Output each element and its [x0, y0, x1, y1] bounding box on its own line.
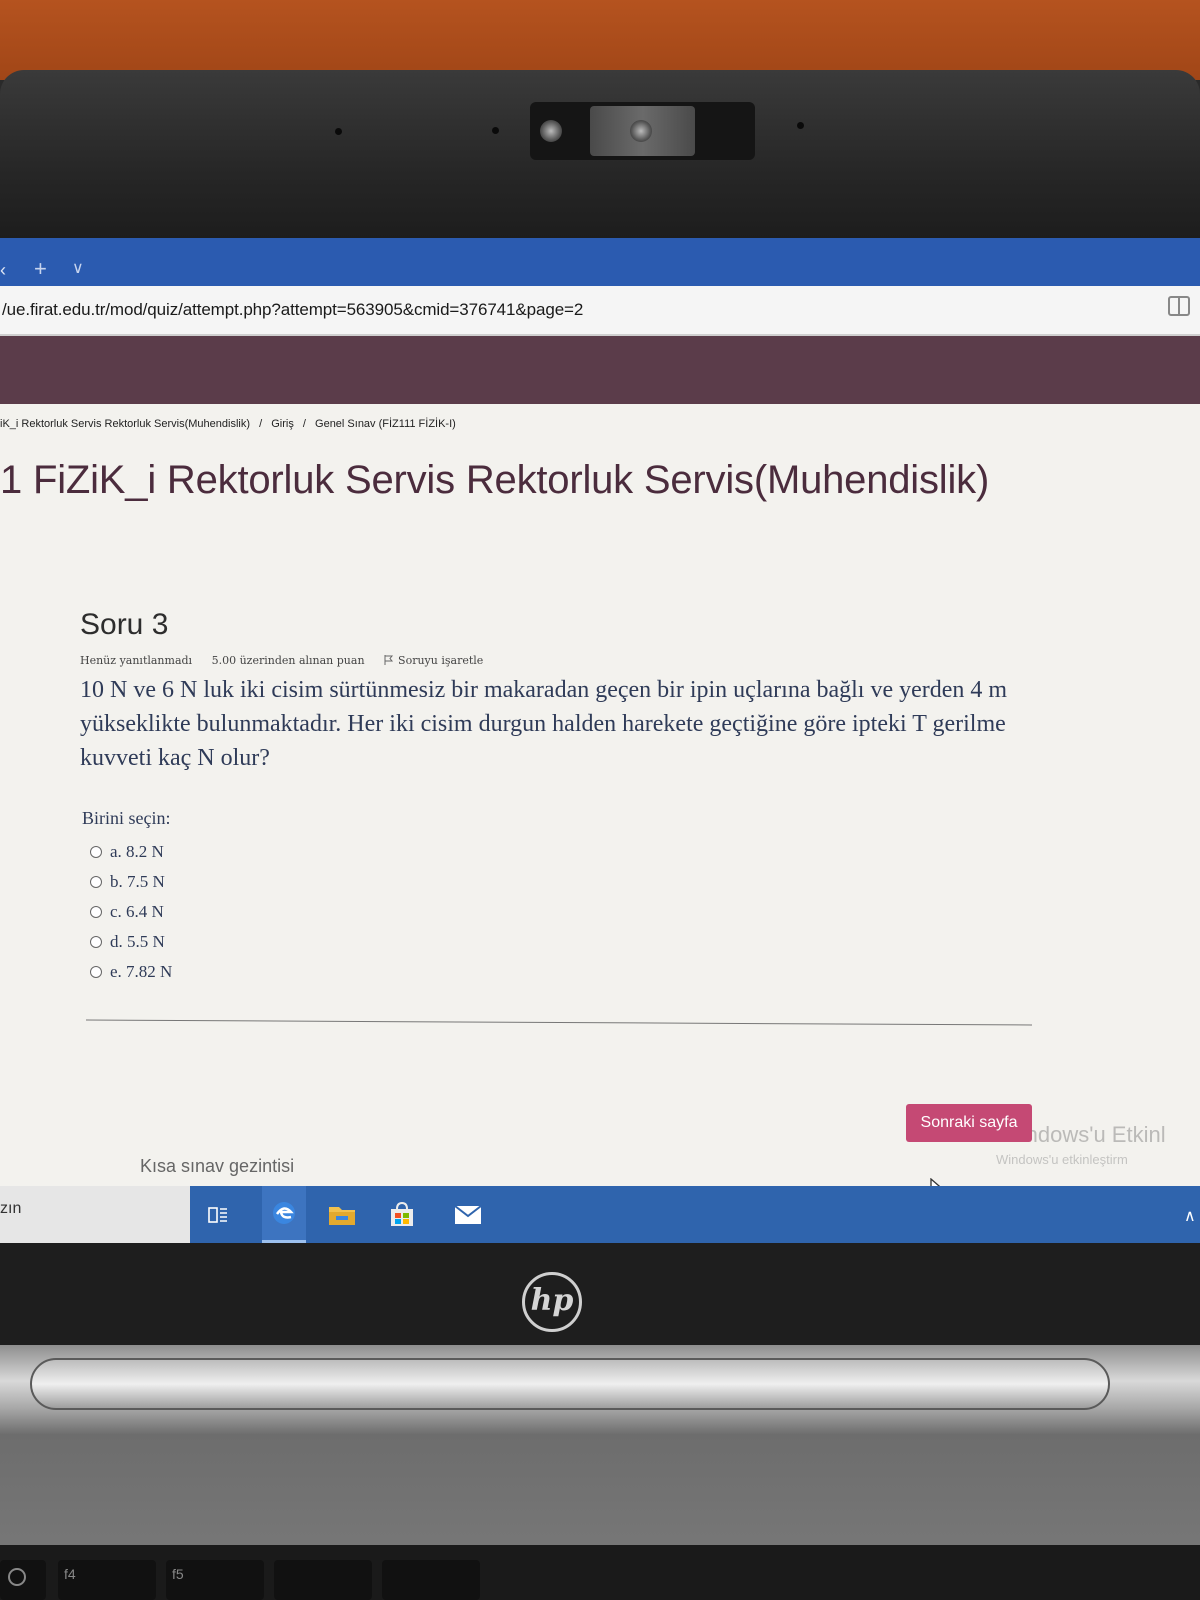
sensor-dot: [492, 127, 499, 134]
key-f4: f4: [58, 1560, 156, 1600]
key-f7: [382, 1560, 480, 1600]
radio-button[interactable]: [90, 906, 102, 918]
laptop-bottom-bezel: [0, 1243, 1200, 1353]
system-tray-chevron-icon[interactable]: ∧: [1184, 1206, 1196, 1226]
site-header: [0, 336, 1200, 404]
question-text: 10 N ve 6 N luk iki cisim sürtünmesiz bi…: [80, 677, 1008, 771]
background-wall: [0, 0, 1200, 80]
flag-question-link[interactable]: Soruyu işaretle: [384, 654, 499, 667]
flag-question-label: Soruyu işaretle: [398, 654, 484, 667]
next-page-button[interactable]: Sonraki sayfa: [906, 1104, 1032, 1142]
question-status: Henüz yanıtlanmadı: [80, 654, 193, 667]
breadcrumb: iK_i Rektorluk Servis Rektorluk Servis(M…: [0, 418, 462, 430]
key-f5: f5: [166, 1560, 264, 1600]
answer-option-label[interactable]: b. 7.5 N: [110, 872, 165, 892]
breadcrumb-item-giris[interactable]: Giriş: [271, 418, 294, 430]
answer-option-c[interactable]: c. 6.4 N: [82, 897, 172, 927]
microphone-dot-right: [797, 122, 804, 129]
webcam-lens-icon: [630, 120, 652, 142]
answer-option-b[interactable]: b. 7.5 N: [82, 867, 172, 897]
answer-option-label[interactable]: d. 5.5 N: [110, 932, 165, 952]
question-number: Soru 3: [80, 608, 169, 641]
divider: [86, 1019, 1032, 1026]
radio-button[interactable]: [90, 936, 102, 948]
page-title: 1 FiZiK_i Rektorluk Servis Rektorluk Ser…: [0, 458, 990, 502]
breadcrumb-item-course[interactable]: iK_i Rektorluk Servis Rektorluk Servis(M…: [0, 418, 250, 430]
tab-list-chevron-icon[interactable]: ∨: [72, 258, 84, 278]
taskbar-search-text[interactable]: zın: [0, 1200, 21, 1218]
file-explorer-icon[interactable]: [320, 1186, 364, 1243]
answer-options: Birini seçin: a. 8.2 N b. 7.5 N c. 6.4 N…: [82, 808, 172, 987]
answer-option-label[interactable]: a. 8.2 N: [110, 842, 164, 862]
laptop-screen: ‹ + ∨ /ue.firat.edu.tr/mod/quiz/attempt.…: [0, 238, 1200, 1243]
quiz-navigation-title: Kısa sınav gezintisi: [140, 1156, 295, 1176]
edge-icon[interactable]: [262, 1186, 306, 1243]
tab-scroll-left-icon[interactable]: ‹: [0, 260, 6, 281]
key-f6: [274, 1560, 372, 1600]
browser-tab-bar: ‹ + ∨: [0, 238, 1200, 286]
breadcrumb-separator: /: [259, 418, 263, 430]
new-tab-plus-icon[interactable]: +: [34, 256, 47, 282]
power-icon: [8, 1568, 26, 1586]
webcam-lens-icon: [540, 120, 562, 142]
answer-option-d[interactable]: d. 5.5 N: [82, 927, 172, 957]
flag-icon: [384, 655, 394, 665]
task-view-icon[interactable]: [196, 1186, 240, 1243]
windows-taskbar: zın ∧: [0, 1186, 1200, 1243]
question-block: Soru 3 Henüz yanıtlanmadı 5.00 üzerinden…: [80, 608, 1040, 775]
answer-option-label[interactable]: e. 7.82 N: [110, 962, 172, 982]
answer-option-label[interactable]: c. 6.4 N: [110, 902, 164, 922]
url-text[interactable]: /ue.firat.edu.tr/mod/quiz/attempt.php?at…: [2, 300, 583, 320]
radio-button[interactable]: [90, 846, 102, 858]
breadcrumb-separator: /: [302, 418, 306, 430]
breadcrumb-item-exam[interactable]: Genel Sınav (FİZ111 FİZİK-I): [315, 418, 456, 430]
laptop-hinge-bar: [30, 1358, 1110, 1410]
key-escape: [0, 1560, 46, 1600]
webcam-cover: [590, 106, 695, 156]
webcam-privacy-slider: [530, 102, 755, 160]
taskbar-search-box[interactable]: zın: [0, 1186, 190, 1243]
key-f4-label: f4: [64, 1566, 76, 1582]
radio-button[interactable]: [90, 876, 102, 888]
question-meta: Henüz yanıtlanmadı 5.00 üzerinden alınan…: [80, 654, 1040, 667]
store-icon[interactable]: [380, 1186, 424, 1243]
hp-logo: hp: [522, 1272, 582, 1332]
radio-button[interactable]: [90, 966, 102, 978]
browser-address-bar[interactable]: /ue.firat.edu.tr/mod/quiz/attempt.php?at…: [0, 286, 1200, 336]
microphone-dot: [335, 128, 342, 135]
answer-option-e[interactable]: e. 7.82 N: [82, 957, 172, 987]
activation-watermark-sub: Windows'u etkinleştirm: [996, 1152, 1128, 1167]
mail-icon[interactable]: [446, 1186, 490, 1243]
answer-option-a[interactable]: a. 8.2 N: [82, 837, 172, 867]
reading-view-icon[interactable]: [1168, 296, 1190, 316]
answer-prompt: Birini seçin:: [82, 808, 171, 828]
key-f5-label: f5: [172, 1566, 184, 1582]
question-grade: 5.00 üzerinden alınan puan: [211, 654, 365, 667]
